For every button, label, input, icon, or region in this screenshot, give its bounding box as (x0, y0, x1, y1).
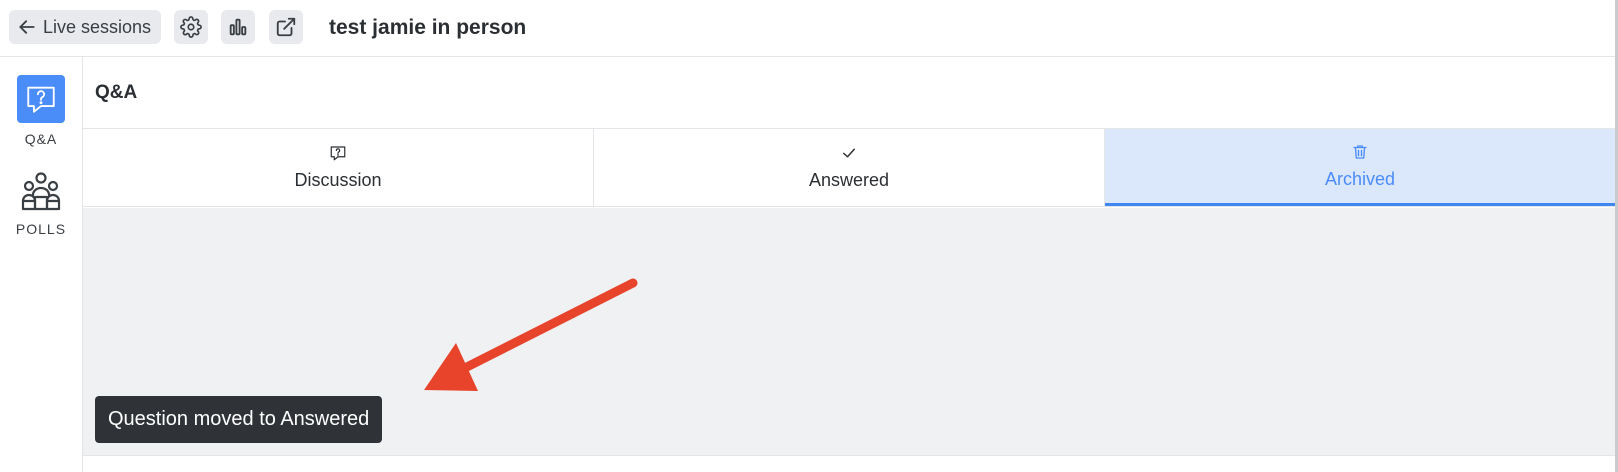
sidebar-item-polls[interactable]: POLLS (0, 169, 82, 237)
question-chat-icon (27, 86, 55, 113)
section-title: Q&A (95, 81, 138, 103)
tab-discussion[interactable]: Discussion (83, 129, 594, 206)
tab-archived[interactable]: Archived (1105, 129, 1615, 206)
check-icon (843, 148, 855, 158)
open-external-button[interactable] (269, 10, 303, 44)
arrow-left-icon (19, 20, 35, 34)
qa-icon-box (17, 75, 65, 123)
section-header: Q&A (83, 57, 1615, 129)
trash-icon (1353, 144, 1367, 159)
top-bar: Live sessions test jamie in person (0, 0, 1618, 57)
gear-icon (180, 16, 202, 38)
sidebar: Q&A POLLS (0, 57, 83, 472)
back-to-live-sessions-button[interactable]: Live sessions (9, 10, 161, 44)
analytics-button[interactable] (221, 10, 255, 44)
qa-tabs: Discussion Answered Archived (83, 129, 1615, 207)
polls-icon-box (17, 169, 65, 213)
external-link-icon (276, 17, 296, 37)
people-group-icon (21, 172, 61, 211)
back-button-label: Live sessions (43, 16, 152, 37)
sidebar-item-label: POLLS (15, 221, 67, 237)
tab-label: Discussion (294, 170, 382, 190)
tab-label: Answered (808, 170, 890, 190)
settings-button[interactable] (174, 10, 208, 44)
question-chat-icon (330, 146, 346, 161)
sidebar-item-label: Q&A (24, 131, 58, 147)
sidebar-item-qa[interactable]: Q&A (0, 75, 82, 147)
tab-answered[interactable]: Answered (594, 129, 1105, 206)
bar-chart-icon (229, 18, 247, 36)
session-title: test jamie in person (329, 16, 527, 39)
toast-notification: Question moved to Answered (95, 396, 383, 443)
toast-message: Question moved to Answered (108, 408, 370, 430)
tab-label: Archived (1324, 168, 1396, 189)
